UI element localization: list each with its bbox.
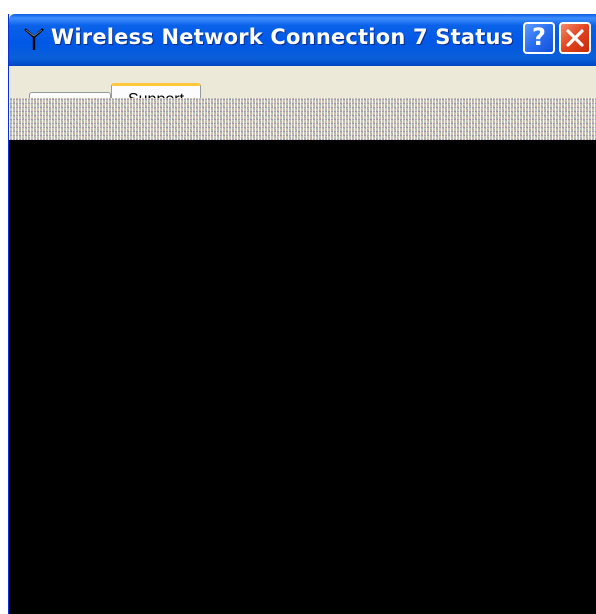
window-title: Wireless Network Connection 7 Status bbox=[51, 25, 514, 49]
close-icon bbox=[566, 29, 584, 47]
wireless-antenna-icon bbox=[24, 28, 44, 50]
corrupted-region bbox=[9, 98, 596, 140]
help-button[interactable]: ? bbox=[523, 22, 555, 54]
title-bar[interactable]: Wireless Network Connection 7 Status ? bbox=[9, 14, 596, 66]
close-button[interactable] bbox=[559, 22, 591, 54]
status-window: Wireless Network Connection 7 Status ? G… bbox=[8, 14, 596, 614]
tab-content-area bbox=[9, 140, 596, 614]
